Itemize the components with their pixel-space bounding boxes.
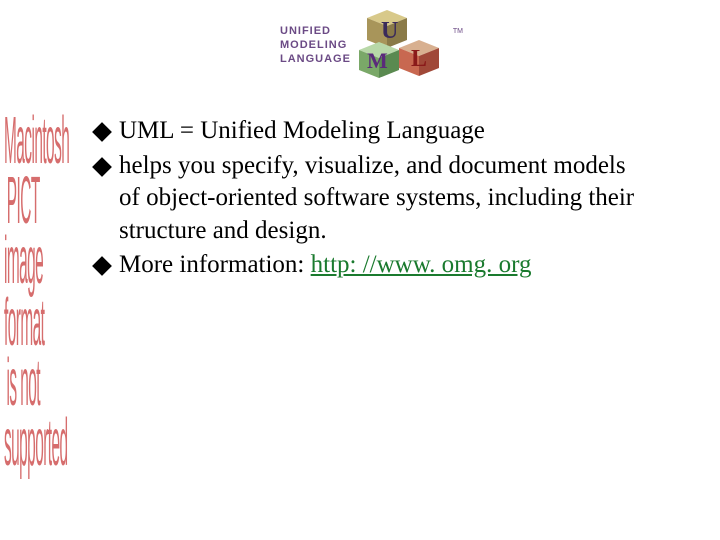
- bullet-text: UML = Unified Modeling Language: [119, 115, 635, 148]
- bullet-item: UML = Unified Modeling Language: [95, 115, 635, 148]
- trademark-symbol: TM: [453, 28, 463, 35]
- diamond-bullet-icon: [92, 256, 112, 276]
- image-placeholder-text: Macintosh PICT image format is not suppo…: [4, 110, 43, 473]
- placeholder-line-2: image format: [4, 231, 43, 352]
- bullet-item: More information: http: //www. omg. org: [95, 249, 635, 282]
- logo-text-block: UNIFIED MODELING LANGUAGE: [280, 24, 351, 67]
- bullet-rest: you specify, visualize, and document mod…: [119, 152, 634, 244]
- bullet-text: More information: http: //www. omg. org: [119, 249, 635, 282]
- svg-text:U: U: [381, 18, 398, 44]
- uml-logo: UNIFIED MODELING LANGUAGE U M: [280, 10, 449, 80]
- svg-text:M: M: [367, 48, 388, 73]
- bullet-lead: UML: [119, 117, 174, 144]
- diamond-bullet-icon: [92, 157, 112, 177]
- more-info-link[interactable]: http: //www. omg. org: [311, 251, 532, 278]
- placeholder-line-3: is not supported: [4, 352, 43, 473]
- logo-line-2: MODELING: [280, 38, 351, 52]
- logo-line-3: LANGUAGE: [280, 52, 351, 66]
- bullet-lead: helps: [119, 152, 172, 179]
- svg-text:L: L: [411, 46, 427, 72]
- diamond-bullet-icon: [92, 122, 112, 142]
- logo-line-1: UNIFIED: [280, 24, 351, 38]
- bullet-rest: information:: [173, 251, 310, 278]
- bullet-list: UML = Unified Modeling Language helps yo…: [95, 115, 635, 284]
- bullet-lead: More: [119, 251, 173, 278]
- bullet-item: helps you specify, visualize, and docume…: [95, 150, 635, 248]
- bullet-rest: = Unified Modeling Language: [174, 117, 485, 144]
- placeholder-line-1: Macintosh PICT: [4, 110, 43, 231]
- uml-logo-mark: U M L TM: [359, 10, 449, 80]
- bullet-text: helps you specify, visualize, and docume…: [119, 150, 635, 248]
